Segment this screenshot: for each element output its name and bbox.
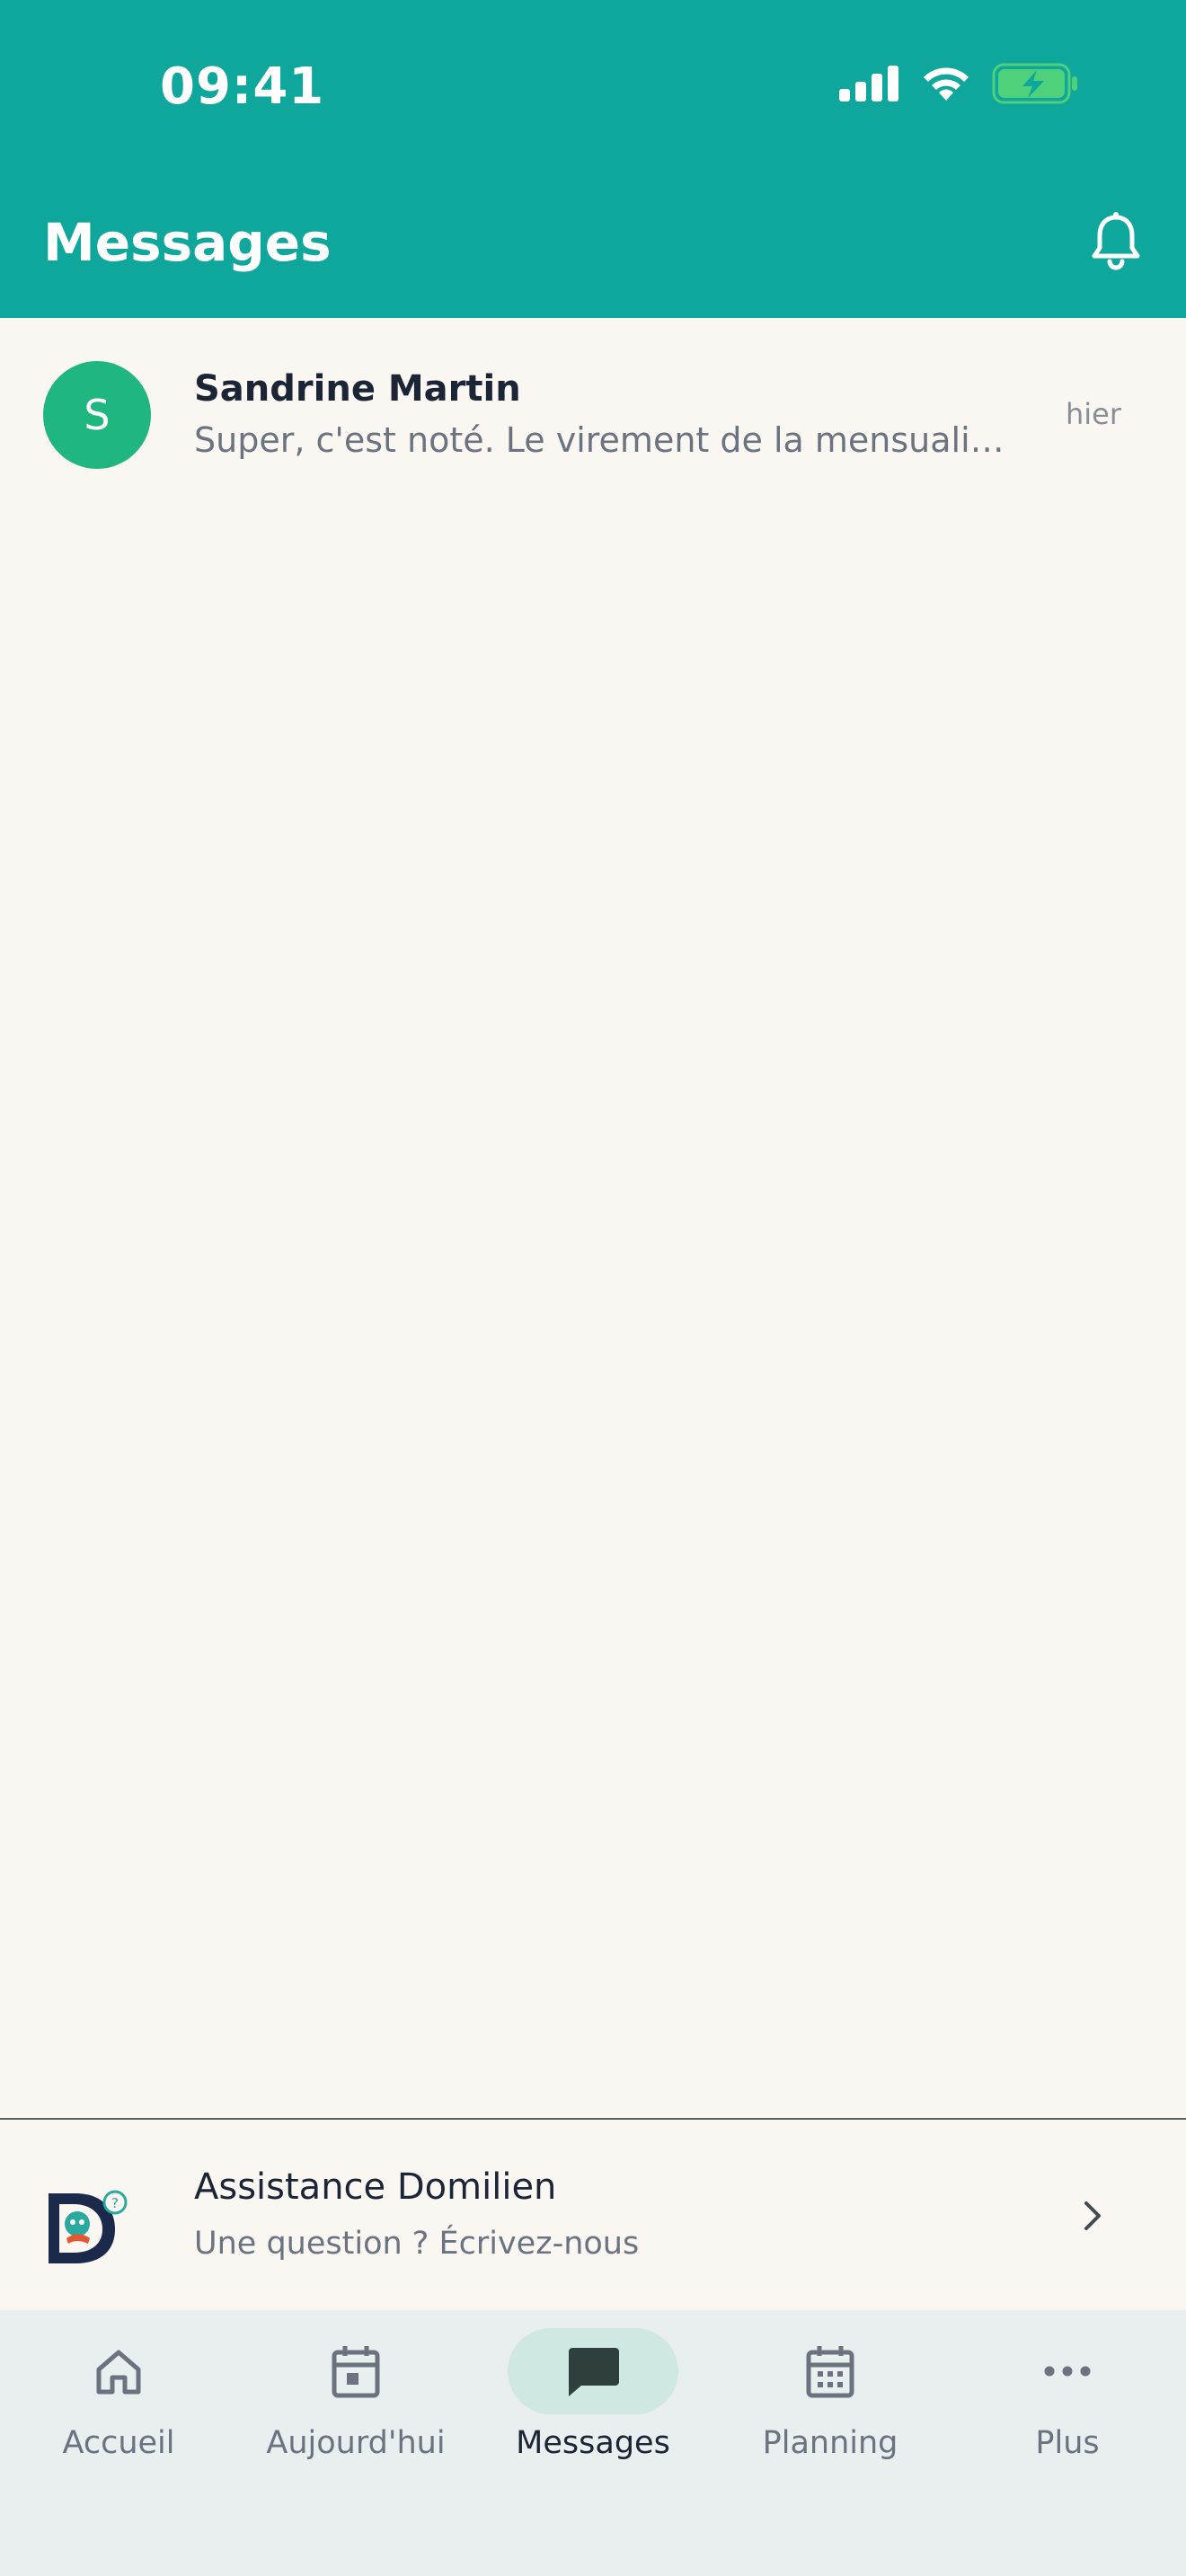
conversation-preview: Super, c'est noté. Le virement de la men… [194,420,1021,460]
support-subtitle: Une question ? Écrivez-nous [194,2226,640,2262]
nav-label: Aujourd'hui [266,2425,446,2461]
status-time: 09:41 [160,57,325,116]
nav-item-messages[interactable]: Messages [474,2310,712,2490]
nav-item-accueil[interactable]: Accueil [0,2310,237,2490]
conversation-list: S Sandrine Martin Super, c'est noté. Le … [0,318,1186,510]
support-title: Assistance Domilien [194,2166,557,2208]
chevron-right-icon [1084,2201,1101,2230]
conversation-item[interactable]: S Sandrine Martin Super, c'est noté. Le … [0,318,1186,510]
domilien-logo-icon: ? [49,2190,128,2263]
battery-charging-icon [992,63,1077,104]
page-title: Messages [43,212,332,273]
calendar-today-icon [320,2335,392,2407]
nav-label: Plus [1035,2425,1100,2461]
nav-item-aujourdhui[interactable]: Aujourd'hui [237,2310,474,2490]
nav-label: Messages [516,2425,670,2461]
avatar: S [43,361,151,469]
nav-label: Accueil [62,2425,175,2461]
more-icon [1031,2335,1103,2407]
wifi-icon [924,67,969,101]
calendar-grid-icon [794,2335,866,2407]
support-banner[interactable]: ? Assistance Domilien Une question ? Écr… [0,2118,1186,2310]
status-icons [839,63,1078,104]
conversation-time: hier [1065,397,1121,431]
conversation-name: Sandrine Martin [194,368,521,410]
nav-item-plus[interactable]: Plus [949,2310,1186,2490]
app-header: 09:41 Messages [0,0,1186,318]
home-icon [83,2335,155,2407]
svg-text:?: ? [111,2195,119,2211]
messages-screen: 09:41 Messages S Sandrine Martin Super, … [0,0,1186,2576]
bell-icon[interactable] [1089,212,1143,271]
signal-icon [839,66,898,101]
chat-icon [557,2335,629,2407]
nav-label: Planning [762,2425,898,2461]
nav-item-planning[interactable]: Planning [712,2310,949,2490]
bottom-nav: Accueil Aujourd'hui Messages Planning Pl… [0,2310,1186,2576]
